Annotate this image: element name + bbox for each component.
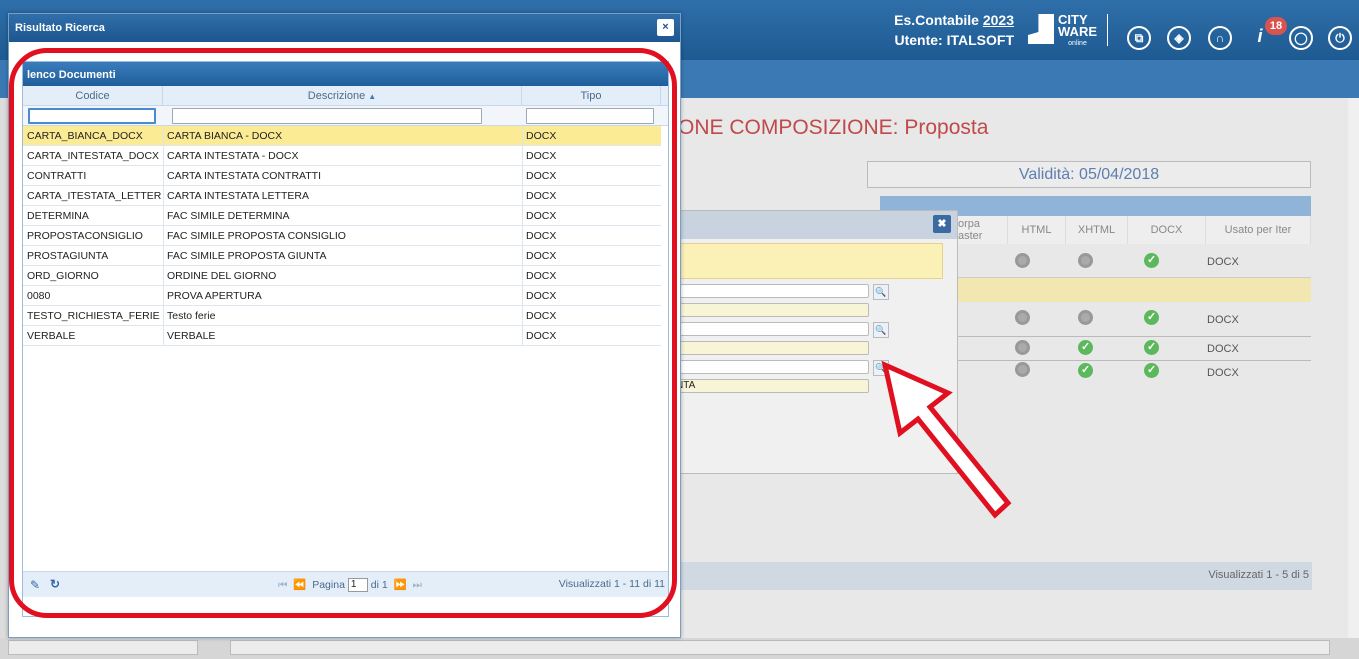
background-dialog-notice [673, 243, 943, 279]
utente-label: Utente: ITALSOFT [894, 32, 1014, 48]
layers-icon[interactable]: ◈ [1167, 26, 1191, 50]
close-icon[interactable]: ✖ [933, 215, 951, 233]
background-row-selected[interactable] [958, 278, 1311, 302]
field-input[interactable] [673, 360, 869, 374]
background-dialog-header [673, 211, 957, 239]
field-input[interactable] [673, 322, 869, 336]
background-footer-info: Visualizzati 1 - 5 di 5 [1208, 569, 1309, 581]
header-divider [1107, 14, 1108, 46]
col-header-usato: Usato per Iter [1206, 216, 1311, 244]
usato-cell: DOCX [1207, 256, 1239, 268]
field-description [673, 303, 869, 317]
background-grid-footer: Visualizzati 1 - 5 di 5 [672, 562, 1312, 590]
search-icon[interactable]: 🔍 [873, 322, 889, 338]
vertical-scrollbar[interactable] [1348, 98, 1359, 638]
col-header-xhtml: XHTML [1066, 216, 1128, 244]
horizontal-scrollbar[interactable] [8, 640, 198, 655]
background-row[interactable] [958, 244, 1311, 278]
notification-badge: 18 [1265, 17, 1287, 35]
cityware-logo: CITY WARE online [1028, 13, 1097, 50]
status-off-icon [1078, 310, 1093, 325]
field-description: NTA [673, 379, 869, 393]
es-contabile-label: Es.Contabile [894, 12, 979, 28]
red-arrow-annotation [881, 360, 1012, 519]
user-info: Es.Contabile 2023 Utente: ITALSOFT [894, 10, 1014, 50]
headset-icon[interactable]: ∩ [1208, 26, 1232, 50]
search-icon[interactable]: 🔍 [873, 284, 889, 300]
col-header-html: HTML [1008, 216, 1066, 244]
status-off-icon [1015, 340, 1030, 355]
es-contabile-year[interactable]: 2023 [983, 12, 1014, 28]
field-input[interactable] [673, 284, 869, 298]
col-header-corpa: orpa aster [958, 216, 1008, 244]
status-off-icon [1015, 253, 1030, 268]
status-ok-icon [1144, 340, 1159, 355]
status-off-icon [1015, 310, 1030, 325]
usato-cell: DOCX [1207, 314, 1239, 326]
status-ok-icon [1144, 310, 1159, 325]
status-ok-icon [1078, 340, 1093, 355]
status-ok-icon [1144, 363, 1159, 378]
col-header-docx: DOCX [1128, 216, 1206, 244]
row-divider [958, 336, 1311, 337]
logo-mark [1028, 14, 1054, 44]
dialog-title: Risultato Ricerca [9, 14, 680, 42]
horizontal-scrollbar[interactable] [230, 640, 1330, 655]
validita-label: Validità: 05/04/2018 [867, 161, 1311, 188]
usato-cell: DOCX [1207, 367, 1239, 379]
horizontal-scrollbar-area [0, 638, 1359, 659]
logo-text-2: WARE [1058, 24, 1097, 39]
power-icon[interactable]: ⏻ [1328, 26, 1352, 50]
status-ok-icon [1078, 363, 1093, 378]
status-off-icon [1078, 253, 1093, 268]
status-ok-icon [1144, 253, 1159, 268]
red-highlight-annotation [9, 48, 677, 618]
field-description [673, 341, 869, 355]
close-icon[interactable]: × [657, 19, 674, 36]
background-page-title: ONE COMPOSIZIONE: Proposta [678, 116, 989, 139]
windows-icon[interactable]: ⧉ [1127, 26, 1151, 50]
usato-cell: DOCX [1207, 343, 1239, 355]
user-icon[interactable]: ◯ [1289, 26, 1313, 50]
logo-text-3: online [1068, 40, 1087, 47]
